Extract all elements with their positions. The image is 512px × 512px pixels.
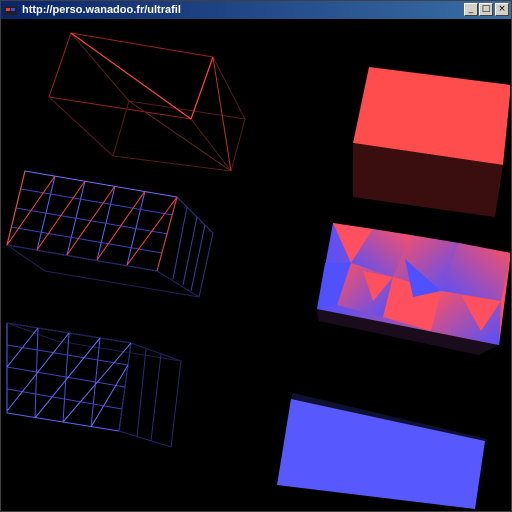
- title-bar[interactable]: http://perso.wanadoo.fr/ultrafil _ □ ×: [1, 1, 511, 19]
- solid-box-gradient: [317, 223, 510, 355]
- window-title: http://perso.wanadoo.fr/ultrafil: [22, 4, 181, 16]
- app-window: http://perso.wanadoo.fr/ultrafil _ □ ×: [0, 0, 512, 512]
- window-controls: _ □ ×: [463, 3, 509, 16]
- wireframe-box-blue-grid: [6, 322, 182, 448]
- solid-box-red: [353, 67, 510, 217]
- render-viewport[interactable]: [4, 19, 510, 510]
- close-button[interactable]: ×: [495, 3, 509, 16]
- maximize-button[interactable]: □: [479, 3, 493, 16]
- wireframe-box-red: [48, 32, 246, 172]
- app-icon[interactable]: [4, 4, 18, 17]
- solid-box-blue: [277, 393, 487, 509]
- wireframe-box-redblue-grid: [6, 170, 214, 298]
- minimize-button[interactable]: _: [464, 3, 478, 16]
